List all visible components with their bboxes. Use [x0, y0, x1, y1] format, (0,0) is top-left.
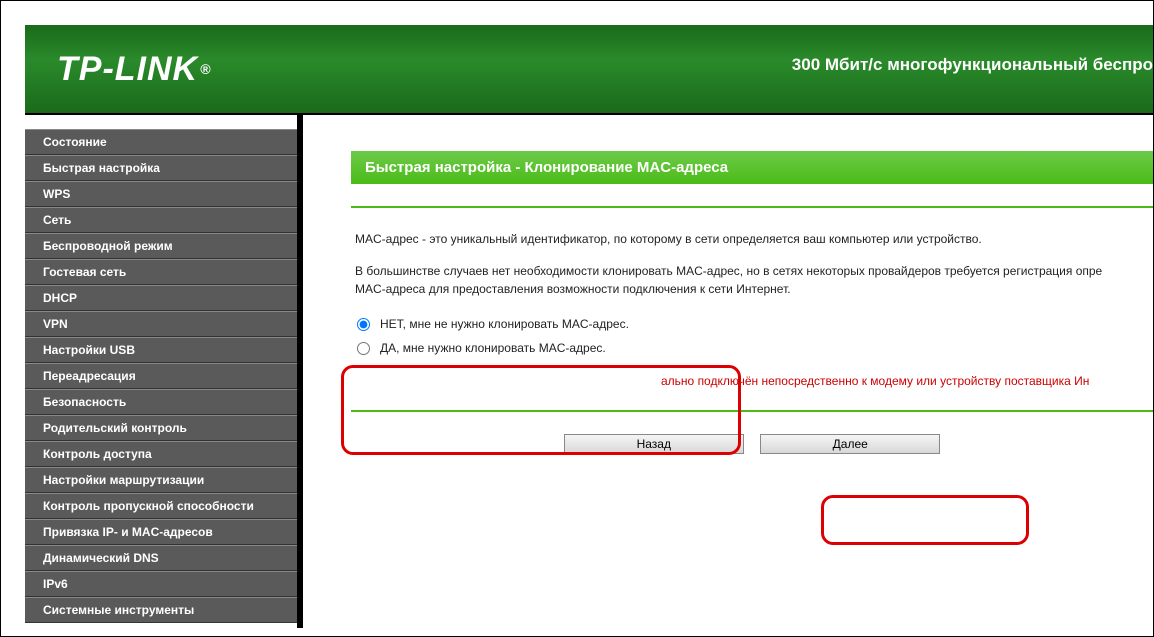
sidebar-item-2[interactable]: WPS — [25, 181, 297, 207]
button-row: Назад Далее — [351, 434, 1153, 454]
header: TP-LINK® 300 Мбит/с многофункциональный … — [25, 25, 1153, 115]
sidebar-item-6[interactable]: DHCP — [25, 285, 297, 311]
radio-no-clone-label: НЕТ, мне не нужно клонировать MAC-адрес. — [380, 317, 629, 331]
sidebar-item-16[interactable]: Динамический DNS — [25, 545, 297, 571]
sidebar-item-14[interactable]: Контроль пропускной способности — [25, 493, 297, 519]
logo-registered: ® — [200, 61, 211, 77]
logo: TP-LINK® — [57, 50, 211, 89]
mac-clone-radio-group: НЕТ, мне не нужно клонировать MAC-адрес.… — [351, 312, 1153, 360]
radio-yes-clone[interactable]: ДА, мне нужно клонировать MAC-адрес. — [351, 336, 1153, 360]
page-title: Быстрая настройка - Клонирование MAC-адр… — [351, 151, 1153, 184]
nav-menu: СостояниеБыстрая настройкаWPSСетьБеспров… — [25, 129, 297, 623]
intro-text-1: MAC-адрес - это уникальный идентификатор… — [355, 230, 1153, 248]
sidebar-item-7[interactable]: VPN — [25, 311, 297, 337]
sidebar-item-3[interactable]: Сеть — [25, 207, 297, 233]
back-button[interactable]: Назад — [564, 434, 744, 454]
intro-text-2: В большинстве случаев нет необходимости … — [355, 262, 1153, 298]
sidebar-item-15[interactable]: Привязка IP- и MAC-адресов — [25, 519, 297, 545]
sidebar-item-18[interactable]: Системные инструменты — [25, 597, 297, 623]
sidebar-item-13[interactable]: Настройки маршрутизации — [25, 467, 297, 493]
sidebar-item-10[interactable]: Безопасность — [25, 389, 297, 415]
content-area: Быстрая настройка - Клонирование MAC-адр… — [303, 115, 1153, 628]
logo-text: TP-LINK — [57, 50, 198, 89]
divider-line-2 — [351, 410, 1153, 412]
sidebar-item-0[interactable]: Состояние — [25, 129, 297, 155]
sidebar-item-5[interactable]: Гостевая сеть — [25, 259, 297, 285]
header-tagline: 300 Мбит/с многофункциональный беспро — [792, 55, 1153, 75]
sidebar-item-17[interactable]: IPv6 — [25, 571, 297, 597]
sidebar: СостояниеБыстрая настройкаWPSСетьБеспров… — [25, 115, 297, 628]
sidebar-item-12[interactable]: Контроль доступа — [25, 441, 297, 467]
sidebar-item-1[interactable]: Быстрая настройка — [25, 155, 297, 181]
radio-no-clone[interactable]: НЕТ, мне не нужно клонировать MAC-адрес. — [351, 312, 1153, 336]
radio-yes-clone-label: ДА, мне нужно клонировать MAC-адрес. — [380, 341, 606, 355]
next-button[interactable]: Далее — [760, 434, 940, 454]
sidebar-item-9[interactable]: Переадресация — [25, 363, 297, 389]
divider-line — [351, 206, 1153, 208]
note-text: ально подключён непосредственно к модему… — [351, 374, 1153, 388]
sidebar-item-4[interactable]: Беспроводной режим — [25, 233, 297, 259]
radio-yes-clone-input[interactable] — [357, 342, 370, 355]
sidebar-item-8[interactable]: Настройки USB — [25, 337, 297, 363]
sidebar-item-11[interactable]: Родительский контроль — [25, 415, 297, 441]
radio-no-clone-input[interactable] — [357, 318, 370, 331]
